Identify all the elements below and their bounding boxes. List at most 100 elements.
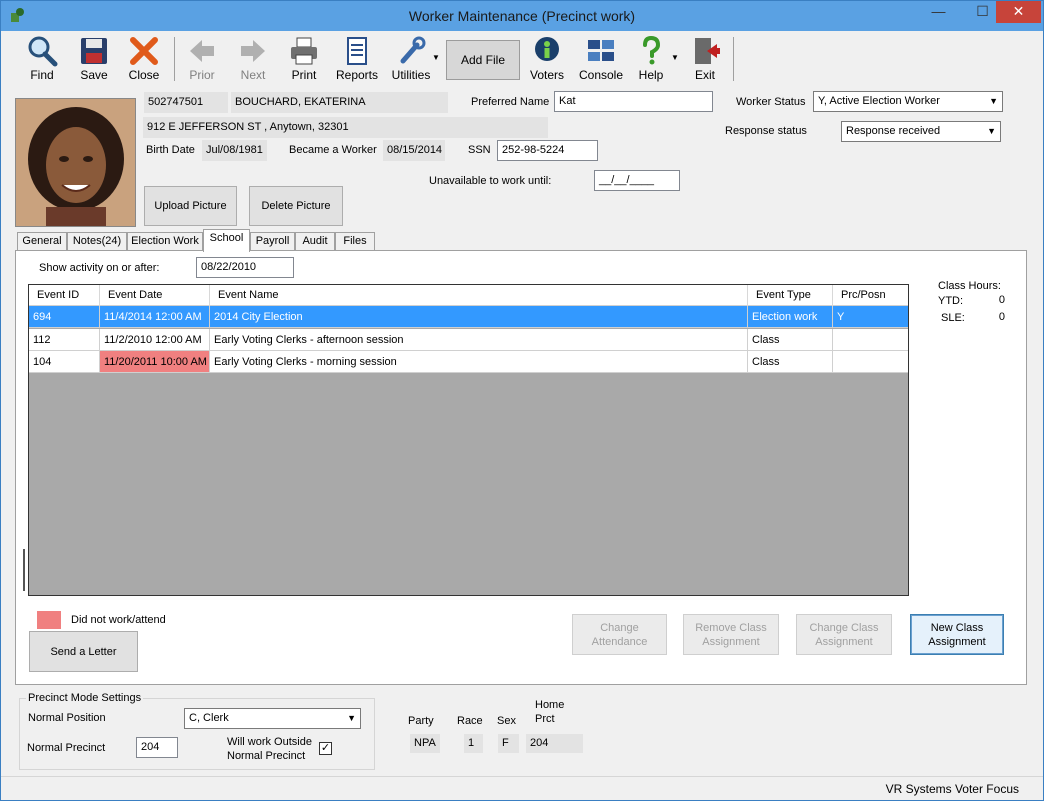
question-mark-icon <box>643 35 661 65</box>
normal-position-label: Normal Position <box>28 712 106 724</box>
worker-status-label: Worker Status <box>736 96 806 108</box>
race-label: Race <box>457 715 483 727</box>
unavailable-date-field[interactable]: __/__/____ <box>594 170 680 191</box>
response-status-select[interactable]: Response received ▼ <box>841 121 1001 142</box>
report-document-icon <box>347 37 367 65</box>
table-row[interactable]: 694 11/4/2014 12:00 AM 2014 City Electio… <box>29 306 908 328</box>
title-bar: Worker Maintenance (Precinct work) — ☐ ✕ <box>1 1 1043 31</box>
worker-photo <box>15 98 136 227</box>
magnifier-icon <box>28 36 58 67</box>
normal-precinct-label: Normal Precinct <box>27 742 106 754</box>
next-label: Next <box>240 68 266 82</box>
column-header-event-name[interactable]: Event Name <box>210 285 748 306</box>
toolbar-separator <box>733 37 734 81</box>
print-button[interactable]: Print <box>279 33 329 83</box>
worker-name: BOUCHARD, EKATERINA <box>231 92 448 113</box>
cell-event-name: 2014 City Election <box>210 306 748 328</box>
wrench-icon <box>400 36 426 64</box>
ytd-value: 0 <box>976 292 1008 309</box>
splitter-handle[interactable] <box>23 549 25 591</box>
class-hours-label: Class Hours: <box>938 280 1001 292</box>
cell-event-type: Election work <box>748 306 833 328</box>
console-button[interactable]: Console <box>575 33 627 83</box>
response-status-value: Response received <box>846 125 941 137</box>
voters-button[interactable]: Voters <box>522 33 572 83</box>
column-header-event-type[interactable]: Event Type <box>748 285 833 306</box>
close-label: Close <box>128 68 160 82</box>
column-header-event-id[interactable]: Event ID <box>29 285 100 306</box>
normal-position-select[interactable]: C, Clerk ▼ <box>184 708 361 729</box>
cell-prc-posn: Y <box>833 306 908 328</box>
column-header-event-date[interactable]: Event Date <box>100 285 210 306</box>
save-button[interactable]: Save <box>69 33 119 83</box>
info-person-icon <box>535 37 559 61</box>
birth-date-label: Birth Date <box>146 144 195 156</box>
ssn-label: SSN <box>468 144 491 156</box>
red-x-icon <box>130 37 158 65</box>
show-activity-date-field[interactable]: 08/22/2010 <box>196 257 294 278</box>
find-label: Find <box>30 68 54 82</box>
sex-value: F <box>498 734 519 753</box>
change-attendance-button[interactable]: Change Attendance <box>572 614 667 655</box>
outside-precinct-checkbox[interactable]: ✓ <box>319 742 332 755</box>
voters-label: Voters <box>529 68 565 82</box>
table-row[interactable]: 112 11/2/2010 12:00 AM Early Voting Cler… <box>29 329 908 351</box>
sex-label: Sex <box>497 715 516 727</box>
cell-event-id: 694 <box>29 306 100 328</box>
cell-prc-posn <box>833 329 908 351</box>
delete-picture-button[interactable]: Delete Picture <box>249 186 343 226</box>
worker-status-select[interactable]: Y, Active Election Worker ▼ <box>813 91 1003 112</box>
worker-id: 502747501 <box>144 92 228 113</box>
main-window: Worker Maintenance (Precinct work) — ☐ ✕… <box>0 0 1044 801</box>
cell-event-date: 11/2/2010 12:00 AM <box>100 329 210 351</box>
remove-class-assignment-button[interactable]: Remove Class Assignment <box>683 614 779 655</box>
tab-notes[interactable]: Notes(24) <box>67 232 127 251</box>
upload-picture-button[interactable]: Upload Picture <box>144 186 237 226</box>
reports-button[interactable]: Reports <box>332 33 382 83</box>
find-button[interactable]: Find <box>17 33 67 83</box>
worker-address: 912 E JEFFERSON ST , Anytown, 32301 <box>143 117 548 138</box>
outside-precinct-label-2: Normal Precinct <box>227 750 306 762</box>
utilities-dropdown-arrow[interactable]: ▼ <box>432 53 440 62</box>
preferred-name-field[interactable]: Kat <box>554 91 713 112</box>
printer-icon <box>291 37 317 65</box>
normal-precinct-field[interactable]: 204 <box>136 737 178 758</box>
tab-payroll[interactable]: Payroll <box>250 232 295 251</box>
sle-value: 0 <box>976 309 1008 326</box>
change-class-assignment-button[interactable]: Change Class Assignment <box>796 614 892 655</box>
help-label: Help <box>638 68 664 82</box>
prior-button[interactable]: Prior <box>177 33 227 83</box>
save-label: Save <box>80 68 108 82</box>
window-close-button[interactable]: ✕ <box>996 1 1041 23</box>
status-bar: VR Systems Voter Focus <box>1 776 1043 800</box>
print-label: Print <box>291 68 317 82</box>
cell-prc-posn <box>833 351 908 373</box>
tab-files[interactable]: Files <box>335 232 375 251</box>
tab-general[interactable]: General <box>17 232 67 251</box>
tab-election-work[interactable]: Election Work <box>127 232 203 251</box>
utilities-label: Utilities <box>391 68 431 82</box>
prior-label: Prior <box>189 68 215 82</box>
help-button[interactable]: Help <box>629 33 673 83</box>
legend-swatch <box>37 611 61 629</box>
next-button[interactable]: Next <box>228 33 278 83</box>
exit-button[interactable]: Exit <box>682 33 728 83</box>
send-letter-button[interactable]: Send a Letter <box>29 631 138 672</box>
cell-event-id: 104 <box>29 351 100 373</box>
new-class-assignment-button[interactable]: New Class Assignment <box>910 614 1004 655</box>
worker-status-value: Y, Active Election Worker <box>818 95 940 107</box>
help-dropdown-arrow[interactable]: ▼ <box>671 53 679 62</box>
ssn-field[interactable]: 252-98-5224 <box>497 140 598 161</box>
chevron-down-icon: ▼ <box>347 713 356 723</box>
utilities-button[interactable]: Utilities <box>385 33 437 83</box>
exit-label: Exit <box>694 68 715 82</box>
toolbar: Find Save Close Prior Next Print Reports… <box>9 31 1037 83</box>
column-header-prc-posn[interactable]: Prc/Posn <box>833 285 908 306</box>
close-button[interactable]: Close <box>119 33 169 83</box>
table-row[interactable]: 104 11/20/2011 10:00 AM Early Voting Cle… <box>29 351 908 373</box>
minimize-button[interactable]: — <box>916 1 961 23</box>
tab-audit[interactable]: Audit <box>295 232 335 251</box>
console-label: Console <box>578 68 624 82</box>
add-file-button[interactable]: Add File <box>446 40 520 80</box>
tab-school[interactable]: School <box>203 229 250 252</box>
